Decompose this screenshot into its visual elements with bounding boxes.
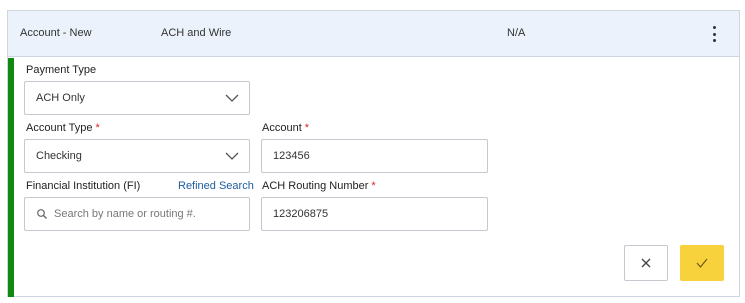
account-label: Account * [262, 122, 310, 134]
required-marker: * [95, 122, 100, 134]
required-marker: * [304, 122, 310, 134]
account-type-value: Checking [36, 150, 82, 162]
summary-row[interactable]: Account - New ACH and Wire N/A [8, 11, 739, 57]
kebab-menu-icon[interactable] [705, 23, 723, 45]
summary-status: N/A [507, 27, 526, 39]
payment-type-label: Payment Type [26, 64, 97, 76]
routing-number-value: 123206875 [273, 208, 329, 220]
payment-method-card: Account - New ACH and Wire N/A Payment T… [7, 10, 740, 297]
routing-number-field[interactable]: 123206875 [261, 197, 488, 231]
payment-type-select[interactable]: ACH Only [24, 81, 250, 115]
chevron-down-icon [225, 152, 239, 160]
accent-bar [8, 58, 14, 297]
financial-institution-label: Financial Institution (FI) [26, 180, 141, 192]
account-value: 123456 [273, 150, 310, 162]
account-field[interactable]: 123456 [261, 139, 488, 173]
summary-method: ACH and Wire [161, 27, 232, 39]
cancel-button[interactable] [624, 245, 668, 281]
financial-institution-input[interactable] [54, 208, 249, 220]
summary-name: Account - New [20, 27, 92, 39]
routing-number-label: ACH Routing Number * [262, 180, 376, 192]
account-type-label: Account Type * [26, 122, 100, 134]
required-marker: * [371, 180, 376, 192]
search-icon [37, 209, 47, 219]
chevron-down-icon [225, 94, 239, 102]
payment-type-value: ACH Only [36, 92, 85, 104]
close-icon [641, 258, 651, 268]
confirm-button[interactable] [680, 245, 724, 281]
financial-institution-search[interactable] [24, 197, 250, 231]
refined-search-link[interactable]: Refined Search [178, 180, 254, 192]
account-type-select[interactable]: Checking [24, 139, 250, 173]
checkmark-icon [696, 258, 708, 268]
